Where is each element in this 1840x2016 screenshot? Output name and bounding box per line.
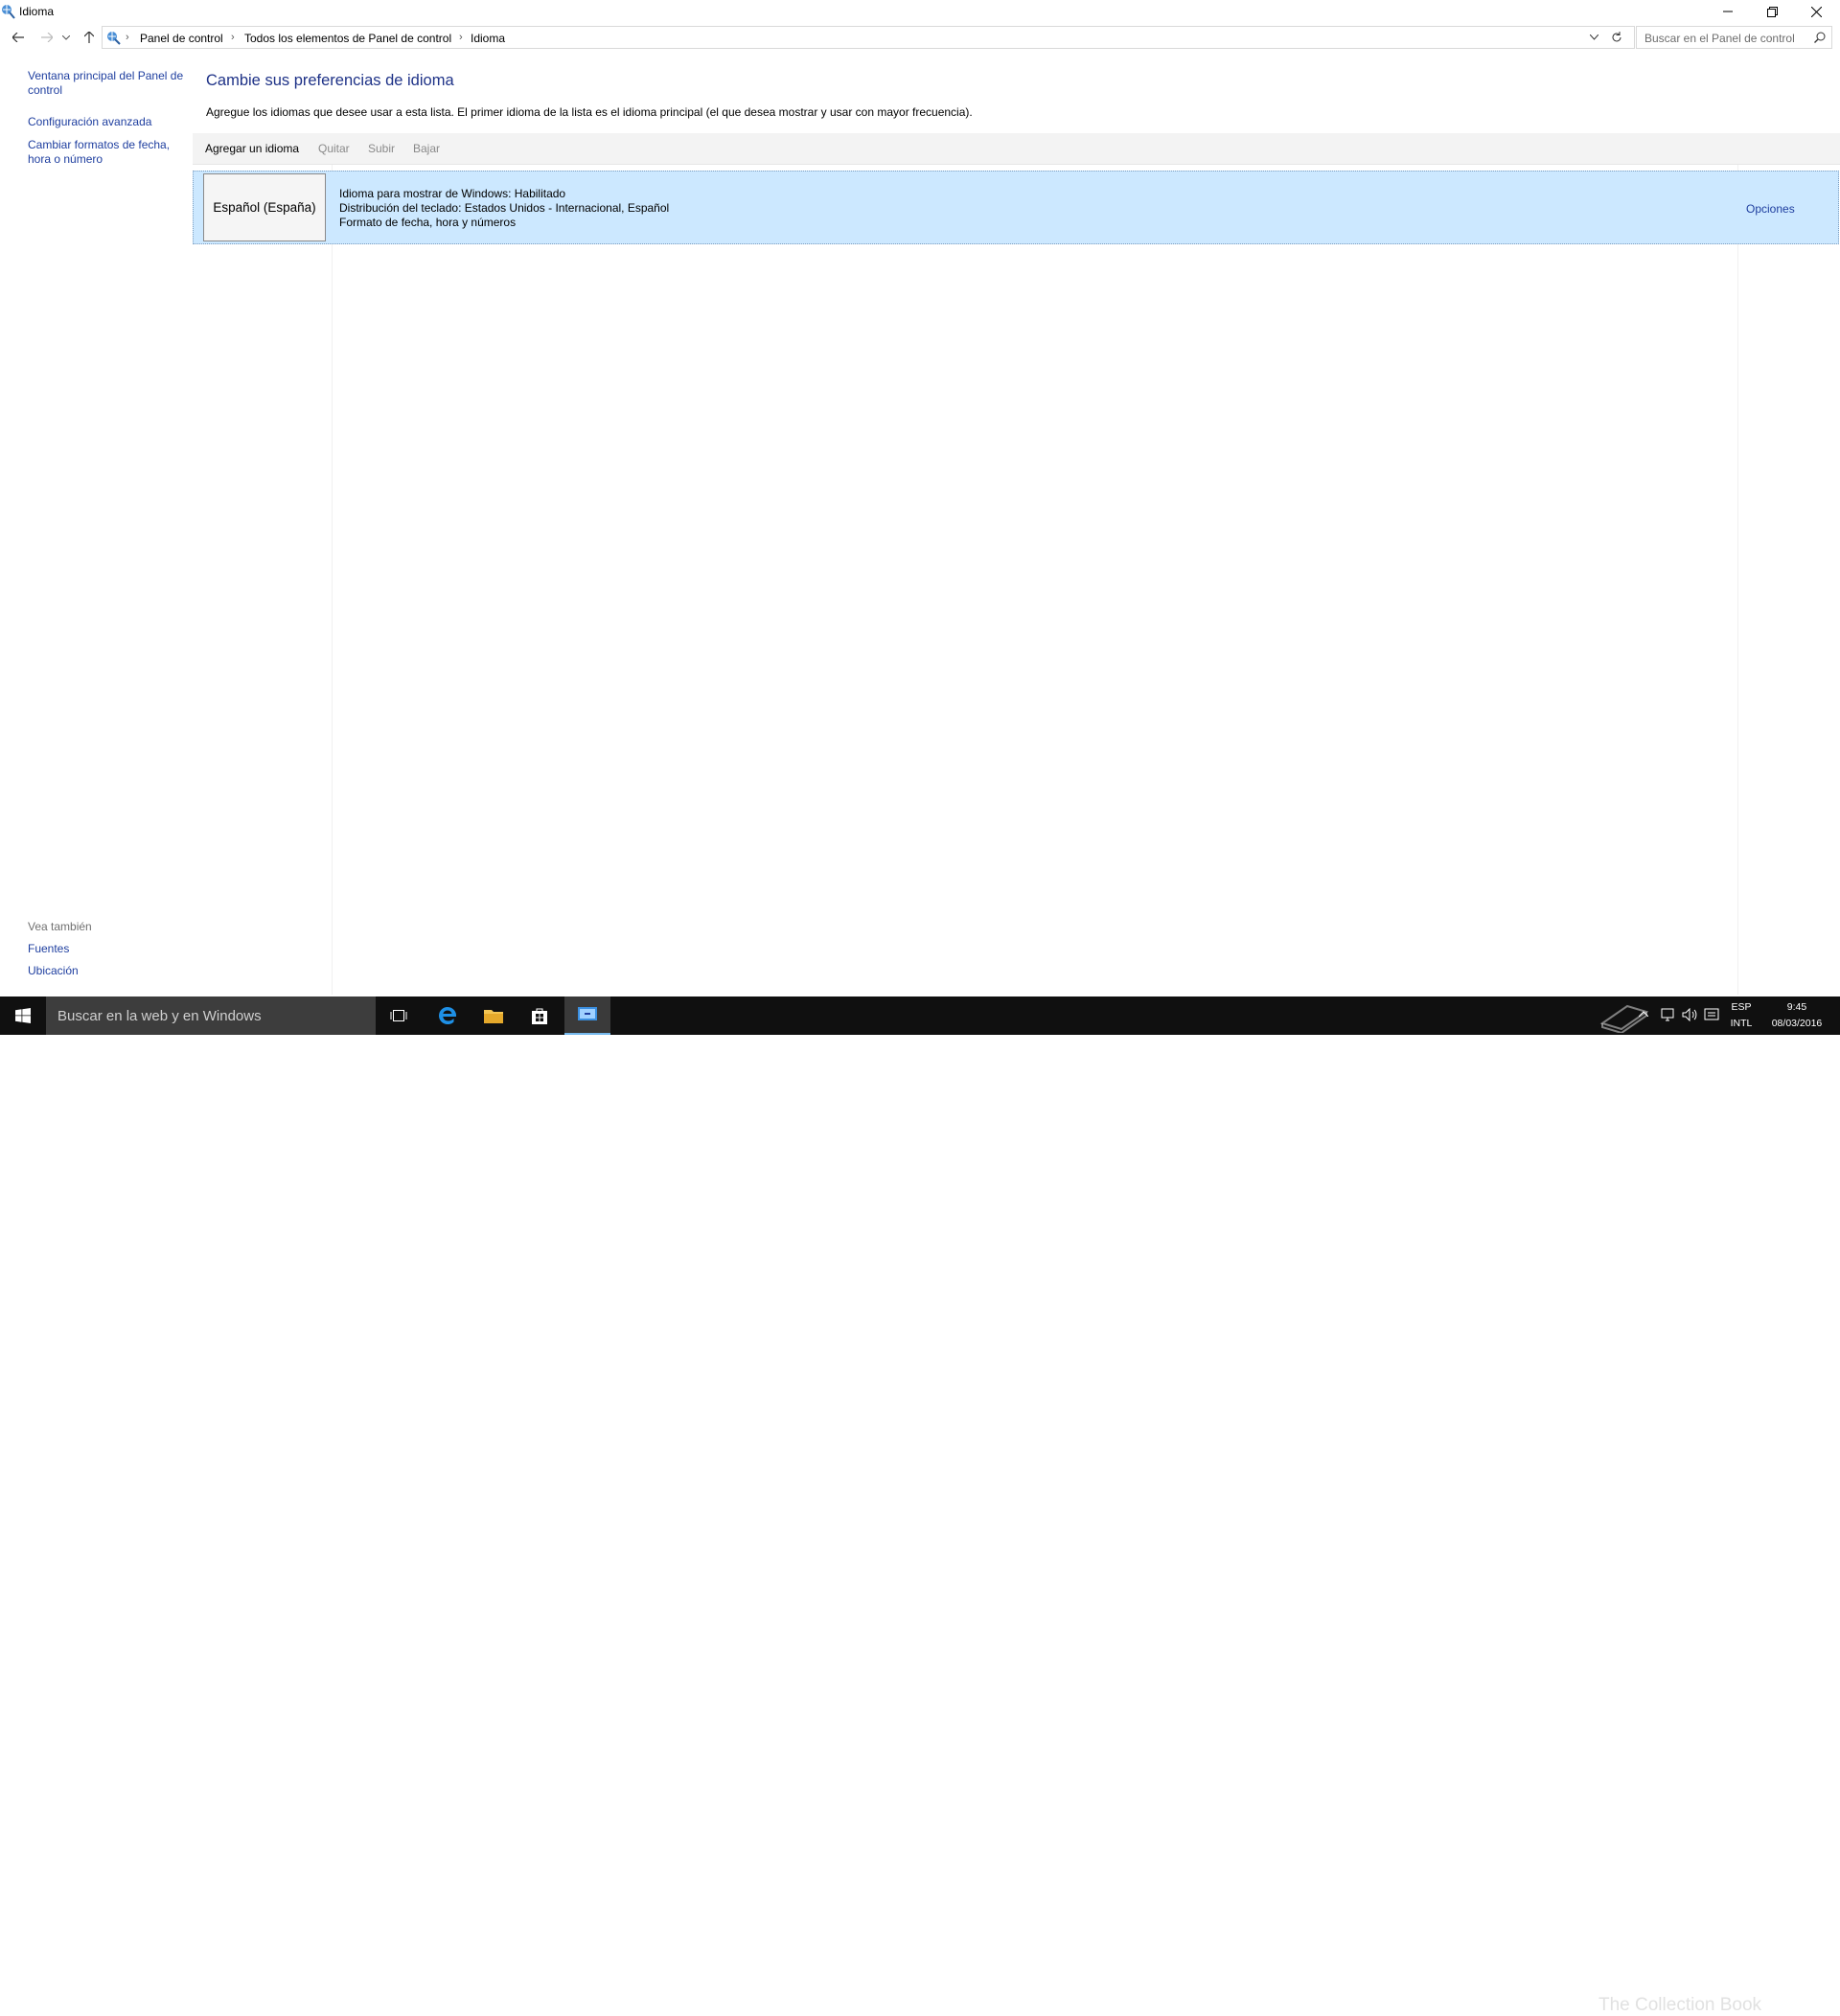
show-hidden-icons-button[interactable] [1639, 1011, 1648, 1017]
breadcrumb-todos-los-elementos[interactable]: Todos los elementos de Panel de control [244, 32, 451, 45]
action-center-icon[interactable] [1704, 1008, 1719, 1021]
chevron-right-icon: › [231, 32, 235, 43]
input-language-top[interactable]: ESP [1725, 1001, 1758, 1013]
file-explorer-button[interactable] [471, 997, 517, 1035]
network-icon[interactable] [1661, 1008, 1676, 1021]
store-icon [532, 1008, 547, 1024]
chevron-down-icon[interactable] [1590, 34, 1598, 40]
search-placeholder: Buscar en el Panel de control [1644, 32, 1795, 45]
up-button[interactable] [79, 27, 100, 48]
recent-locations-button[interactable] [59, 27, 73, 48]
language-detail-display: Idioma para mostrar de Windows: Habilita… [339, 187, 566, 200]
remove-language-button[interactable]: Quitar [318, 142, 350, 155]
language-row-espanol[interactable]: Español (España) Idioma para mostrar de … [193, 171, 1839, 244]
breadcrumb-panel-de-control[interactable]: Panel de control [140, 32, 223, 45]
control-panel-icon [105, 30, 123, 45]
control-panel-icon [0, 3, 17, 20]
navigation-bar: › Panel de control › Todos los elementos… [0, 25, 1840, 50]
taskbar-search-box[interactable]: Buscar en la web y en Windows [46, 997, 376, 1035]
watermark-text: The Collection Book [1598, 1995, 1762, 2015]
language-name-tile[interactable]: Español (España) [203, 173, 326, 241]
task-view-button[interactable] [376, 997, 422, 1035]
window-title: Idioma [19, 5, 55, 18]
refresh-icon[interactable] [1611, 32, 1622, 43]
control-panel-taskbar-button[interactable] [564, 997, 610, 1035]
taskbar: Buscar en la web y en Windows The Collec… [0, 997, 1840, 2015]
sidebar-link-formatos-fecha[interactable]: Cambiar formatos de fecha, hora o número [28, 138, 172, 167]
task-view-icon [390, 1010, 407, 1021]
title-bar: Idioma [0, 0, 1840, 23]
column-divider [332, 165, 333, 995]
edge-icon [439, 1006, 457, 1024]
page-title: Cambie sus preferencias de idioma [206, 72, 454, 89]
move-down-button[interactable]: Bajar [413, 142, 440, 155]
language-list [193, 165, 1840, 995]
back-button[interactable] [8, 27, 29, 48]
sidebar-link-ventana-principal[interactable]: Ventana principal del Panel de control [28, 69, 186, 98]
forward-button[interactable] [36, 27, 58, 48]
restore-button[interactable] [1750, 0, 1794, 23]
add-language-button[interactable]: Agregar un idioma [205, 142, 299, 155]
search-icon[interactable] [1814, 32, 1826, 43]
sidebar-link-fuentes[interactable]: Fuentes [28, 942, 186, 956]
move-up-button[interactable]: Subir [368, 142, 395, 155]
close-button[interactable] [1794, 0, 1838, 23]
chevron-right-icon: › [126, 32, 129, 43]
breadcrumb-idioma[interactable]: Idioma [471, 32, 505, 45]
language-detail-keyboard: Distribución del teclado: Estados Unidos… [339, 201, 670, 215]
address-field[interactable]: › Panel de control › Todos los elementos… [102, 26, 1635, 49]
taskbar-search-placeholder: Buscar en la web y en Windows [58, 1008, 262, 1024]
page-description: Agregue los idiomas que desee usar a est… [206, 105, 973, 119]
folder-icon [484, 1010, 503, 1023]
windows-logo-icon [15, 1008, 31, 1023]
control-panel-icon [578, 1007, 597, 1020]
language-detail-format: Formato de fecha, hora y números [339, 216, 517, 229]
sidebar-link-configuracion-avanzada[interactable]: Configuración avanzada [28, 115, 186, 129]
input-language-bottom[interactable]: INTL [1725, 1018, 1758, 1029]
chevron-right-icon: › [459, 32, 463, 43]
start-button[interactable] [0, 997, 46, 1035]
column-divider [1737, 165, 1738, 995]
language-options-link[interactable]: Opciones [1746, 202, 1795, 216]
store-button[interactable] [517, 997, 563, 1035]
edge-browser-button[interactable] [425, 997, 471, 1035]
clock-time[interactable]: 9:45 [1761, 1001, 1832, 1013]
see-also-heading: Vea también [28, 920, 92, 933]
sidebar-link-ubicacion[interactable]: Ubicación [28, 964, 186, 978]
search-field[interactable]: Buscar en el Panel de control [1636, 26, 1832, 49]
minimize-button[interactable] [1706, 0, 1750, 23]
volume-icon[interactable] [1682, 1008, 1697, 1021]
clock-date[interactable]: 08/03/2016 [1761, 1018, 1832, 1029]
book-logo-icon [1598, 1002, 1650, 1033]
language-toolbar: Agregar un idioma Quitar Subir Bajar [193, 133, 1840, 165]
